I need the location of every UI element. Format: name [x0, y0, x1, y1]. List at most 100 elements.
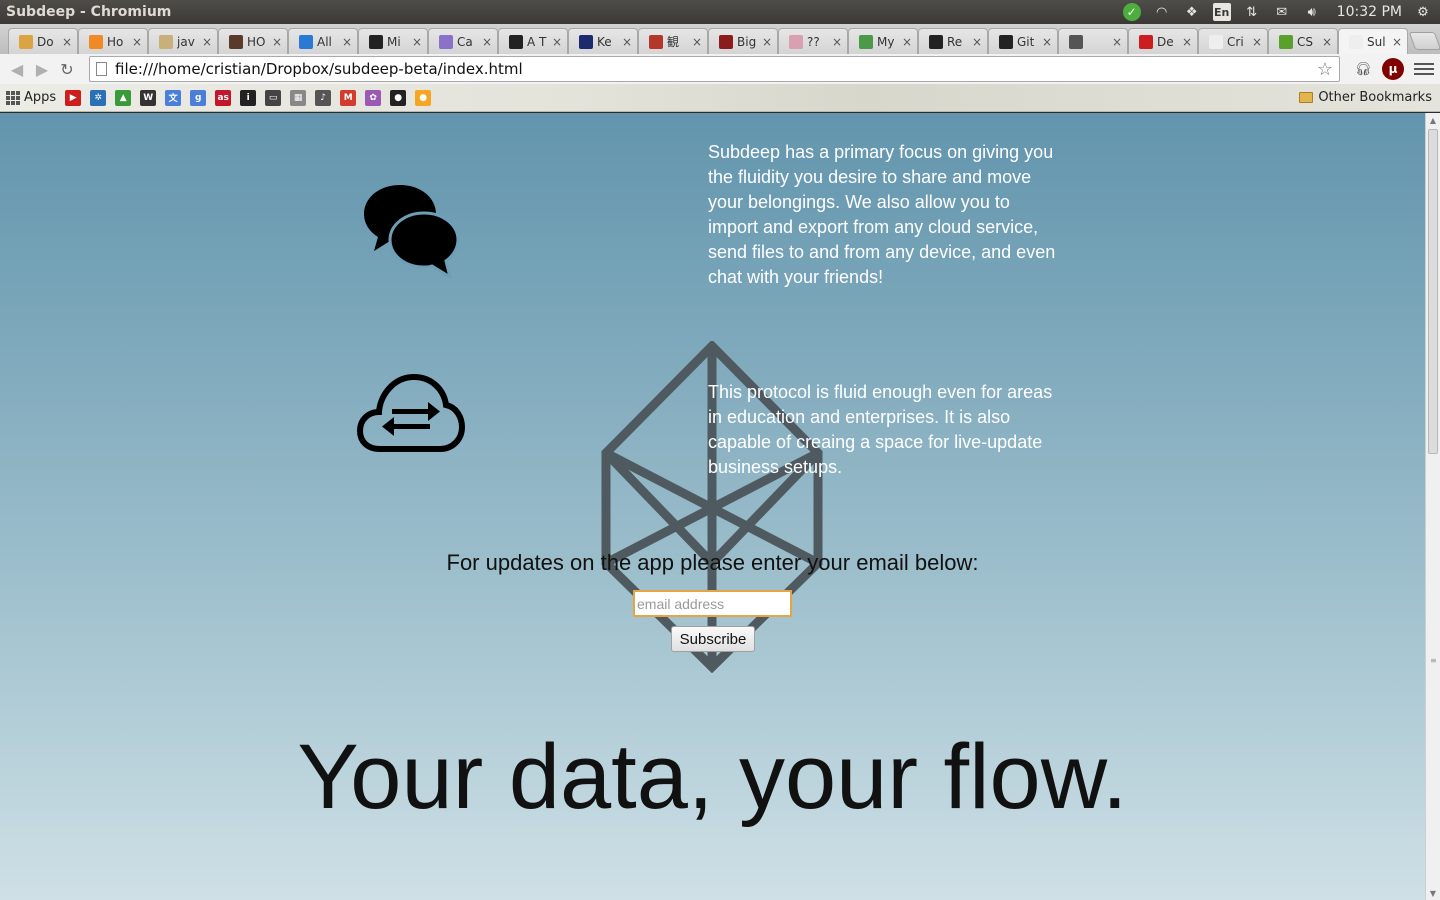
film-favicon-icon — [579, 34, 593, 49]
browser-tab[interactable]: ?? × — [778, 28, 848, 54]
close-tab-icon[interactable]: × — [551, 35, 563, 49]
gear-icon[interactable]: ⚙ — [1414, 3, 1432, 21]
back-arrow-icon[interactable]: ◀ — [6, 58, 28, 80]
mail-icon[interactable]: ✉ — [1273, 3, 1291, 21]
volume-icon[interactable]: 🔊︎ — [1303, 3, 1321, 21]
browser-tab[interactable]: 観 × — [638, 28, 708, 54]
gmail-icon: M — [340, 89, 357, 106]
close-tab-icon[interactable]: × — [131, 35, 143, 49]
headphones-extension-icon[interactable]: 🎧︎ — [1352, 58, 1374, 80]
close-tab-icon[interactable]: × — [1391, 35, 1403, 49]
close-tab-icon[interactable]: × — [201, 35, 213, 49]
close-tab-icon[interactable]: × — [691, 35, 703, 49]
tab-label: A T — [527, 34, 547, 49]
browser-tab[interactable]: A T × — [498, 28, 568, 54]
bookmark-item[interactable]: ♪ — [315, 88, 332, 108]
browser-tab[interactable]: Ho × — [78, 28, 148, 54]
close-tab-icon[interactable]: × — [1321, 35, 1333, 49]
email-input[interactable] — [633, 590, 792, 617]
close-tab-icon[interactable]: × — [621, 35, 633, 49]
close-tab-icon[interactable]: × — [901, 35, 913, 49]
generic-favicon-icon — [159, 34, 173, 49]
bookmark-item[interactable]: M — [340, 88, 357, 108]
browser-tab[interactable]: My × — [848, 28, 918, 54]
close-tab-icon[interactable]: × — [831, 35, 843, 49]
bookmark-item[interactable]: g — [190, 88, 207, 108]
close-tab-icon[interactable]: × — [1111, 35, 1123, 49]
new-tab-button[interactable] — [1408, 32, 1440, 50]
bookmark-item[interactable]: ▦ — [290, 88, 307, 108]
browser-tab[interactable]: Sul × — [1338, 28, 1408, 54]
close-tab-icon[interactable]: × — [411, 35, 423, 49]
bookmark-apps[interactable]: Apps — [6, 88, 56, 108]
bookmark-item[interactable]: ● — [390, 88, 407, 108]
address-bar[interactable]: file:///home/cristian/Dropbox/subdeep-be… — [89, 56, 1340, 82]
keyboard-layout-indicator[interactable]: En — [1212, 3, 1231, 21]
network-transfer-icon[interactable]: ⇅ — [1243, 3, 1261, 21]
browser-tab[interactable]: Ca × — [428, 28, 498, 54]
tab-label: De — [1157, 34, 1174, 49]
bookmark-item[interactable]: ▶ — [65, 88, 82, 108]
close-tab-icon[interactable]: × — [971, 35, 983, 49]
ublock-extension-icon[interactable]: μ — [1382, 58, 1404, 80]
bookmark-star-icon[interactable]: ☆ — [1317, 59, 1333, 80]
wifi-icon[interactable]: ◠ — [1153, 3, 1171, 21]
dropbox-icon[interactable]: ❖ — [1183, 3, 1201, 21]
close-tab-icon[interactable]: × — [1181, 35, 1193, 49]
google-icon: g — [190, 89, 207, 106]
browser-tab[interactable]: Mi × — [358, 28, 428, 54]
bookmark-item[interactable]: i — [240, 88, 257, 108]
tab-label: Ke — [597, 34, 612, 49]
bookmark-item[interactable]: ● — [415, 88, 432, 108]
browser-tab[interactable]: jav × — [148, 28, 218, 54]
bookmark-item[interactable]: as — [215, 88, 232, 108]
wikipedia-icon: W — [140, 89, 157, 106]
chat-bubble-icon: ● — [415, 89, 432, 106]
terminal-icon: ▭ — [265, 89, 282, 106]
forward-arrow-icon[interactable]: ▶ — [31, 58, 53, 80]
generic-favicon-icon — [789, 34, 803, 49]
menu-icon[interactable] — [1414, 63, 1434, 75]
bookmark-item[interactable]: ▲ — [115, 88, 132, 108]
browser-tab[interactable]: HO × — [218, 28, 288, 54]
scroll-up-arrow-icon[interactable]: ▲ — [1426, 113, 1440, 127]
close-tab-icon[interactable]: × — [341, 35, 353, 49]
reload-icon[interactable]: ↻ — [56, 58, 78, 80]
scrollbar-thumb[interactable] — [1428, 129, 1438, 454]
page-viewport: Subdeep has a primary focus on giving yo… — [0, 113, 1425, 900]
close-tab-icon[interactable]: × — [481, 35, 493, 49]
browser-tab[interactable]: Big × — [708, 28, 778, 54]
browser-tab[interactable]: CS × — [1268, 28, 1338, 54]
clock[interactable]: 10:32 PM — [1337, 4, 1402, 20]
tab-label: HO — [247, 34, 266, 49]
close-tab-icon[interactable]: × — [1251, 35, 1263, 49]
pinwheel-icon: ✿ — [365, 89, 382, 106]
generic-favicon-icon — [229, 34, 243, 49]
close-tab-icon[interactable]: × — [761, 35, 773, 49]
browser-tab[interactable]: De × — [1128, 28, 1198, 54]
browser-tab[interactable]: Git × — [988, 28, 1058, 54]
browser-tab[interactable]: All × — [288, 28, 358, 54]
bookmark-item[interactable]: W — [140, 88, 157, 108]
close-tab-icon[interactable]: × — [1041, 35, 1053, 49]
browser-tab[interactable]: Re × — [918, 28, 988, 54]
browser-tab[interactable]: Do × — [8, 28, 78, 54]
subscribe-button[interactable]: Subscribe — [671, 626, 755, 652]
apps-label: Apps — [24, 90, 57, 105]
page-scrollbar[interactable]: ▲ ≡ ▼ — [1425, 113, 1440, 900]
sync-check-icon[interactable]: ✓ — [1122, 3, 1141, 21]
tab-label: Big — [737, 34, 757, 49]
other-bookmarks-folder[interactable]: Other Bookmarks — [1299, 90, 1440, 105]
close-tab-icon[interactable]: × — [61, 35, 73, 49]
browser-tab[interactable]: Cri × — [1198, 28, 1268, 54]
scroll-down-arrow-icon[interactable]: ▼ — [1426, 886, 1440, 900]
browser-tab[interactable]: × — [1058, 28, 1128, 54]
url-text[interactable]: file:///home/cristian/Dropbox/subdeep-be… — [115, 60, 1317, 78]
bookmark-item[interactable]: 文 — [165, 88, 182, 108]
tab-label: Do — [37, 34, 54, 49]
browser-tab[interactable]: Ke × — [568, 28, 638, 54]
bookmark-item[interactable]: ✲ — [90, 88, 107, 108]
close-tab-icon[interactable]: × — [271, 35, 283, 49]
bookmark-item[interactable]: ✿ — [365, 88, 382, 108]
bookmark-item[interactable]: ▭ — [265, 88, 282, 108]
